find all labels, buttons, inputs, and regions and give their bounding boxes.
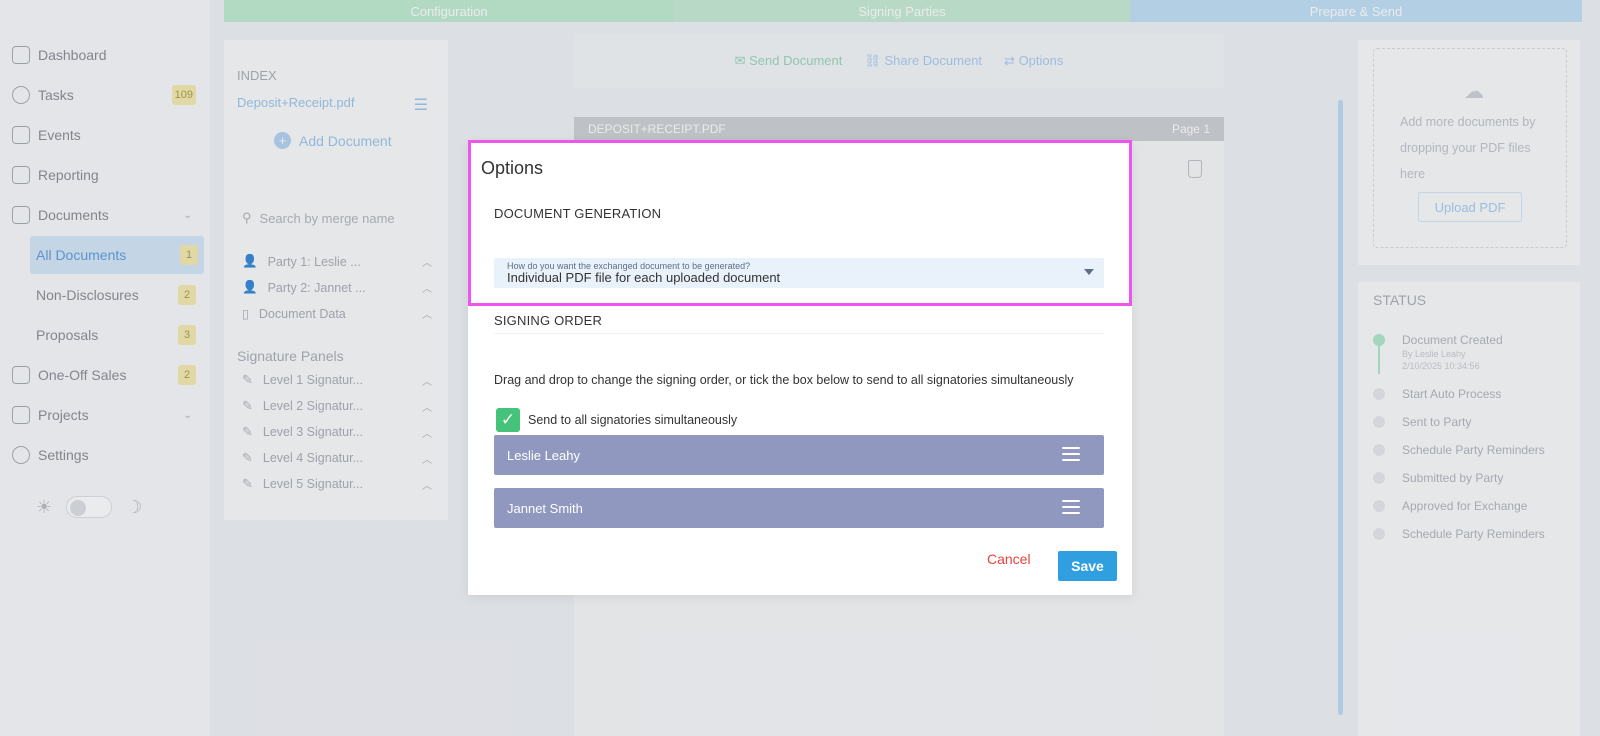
drag-handle-icon[interactable]	[1062, 500, 1080, 514]
signer-row[interactable]: Jannet Smith	[494, 488, 1104, 528]
generation-select[interactable]: How do you want the exchanged document t…	[494, 258, 1104, 288]
checkbox-label: Send to all signatories simultaneously	[528, 413, 738, 427]
signer-name: Jannet Smith	[507, 500, 583, 516]
modal-title: Options	[481, 158, 544, 178]
document-generation-title: DOCUMENT GENERATION	[494, 206, 662, 221]
simultaneous-send-row: ✓ Send to all signatories simultaneously	[496, 408, 737, 432]
signing-order-title: SIGNING ORDER	[494, 313, 603, 328]
signing-order-description: Drag and drop to change the signing orde…	[494, 373, 1074, 387]
select-value: Individual PDF file for each uploaded do…	[507, 270, 781, 285]
cancel-button[interactable]: Cancel	[987, 551, 1031, 567]
options-modal: Options DOCUMENT GENERATION How do you w…	[468, 141, 1132, 595]
caret-down-icon	[1084, 269, 1094, 275]
divider	[494, 333, 1104, 334]
drag-handle-icon[interactable]	[1062, 447, 1080, 461]
signer-row[interactable]: Leslie Leahy	[494, 435, 1104, 475]
simultaneous-send-checkbox[interactable]: ✓	[496, 408, 520, 432]
signer-name: Leslie Leahy	[507, 447, 580, 463]
save-button[interactable]: Save	[1058, 551, 1117, 581]
